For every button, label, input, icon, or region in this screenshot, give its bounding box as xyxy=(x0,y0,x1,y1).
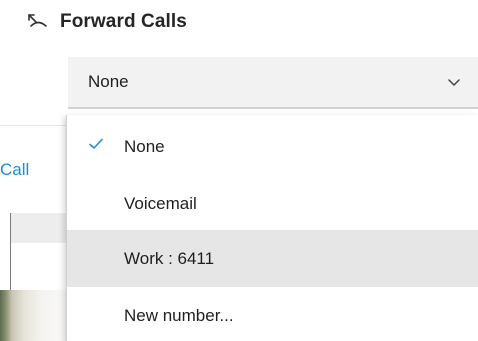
select-value: None xyxy=(88,72,129,91)
call-forward-icon xyxy=(26,10,50,34)
chevron-down-icon xyxy=(446,75,462,89)
forward-calls-header: Forward Calls xyxy=(26,8,187,36)
forward-calls-panel: Call Forward Calls None None Voicemail W… xyxy=(0,0,478,341)
option-label: New number... xyxy=(124,305,234,325)
call-link[interactable]: Call xyxy=(0,160,29,180)
option-voicemail[interactable]: Voicemail xyxy=(67,175,478,232)
option-work[interactable]: Work : 6411 xyxy=(67,230,478,287)
page-title: Forward Calls xyxy=(60,11,187,32)
option-none[interactable]: None xyxy=(67,118,478,175)
background-image xyxy=(0,290,68,341)
option-new-number[interactable]: New number... xyxy=(67,287,478,341)
divider xyxy=(0,125,68,126)
option-label: Voicemail xyxy=(124,193,197,213)
option-label: Work : 6411 xyxy=(124,248,215,268)
background-panel-header xyxy=(11,213,68,243)
checkmark-icon xyxy=(88,137,104,151)
forward-calls-select[interactable]: None xyxy=(68,57,478,109)
forward-calls-options: None Voicemail Work : 6411 New number... xyxy=(66,115,478,341)
option-label: None xyxy=(124,136,165,156)
